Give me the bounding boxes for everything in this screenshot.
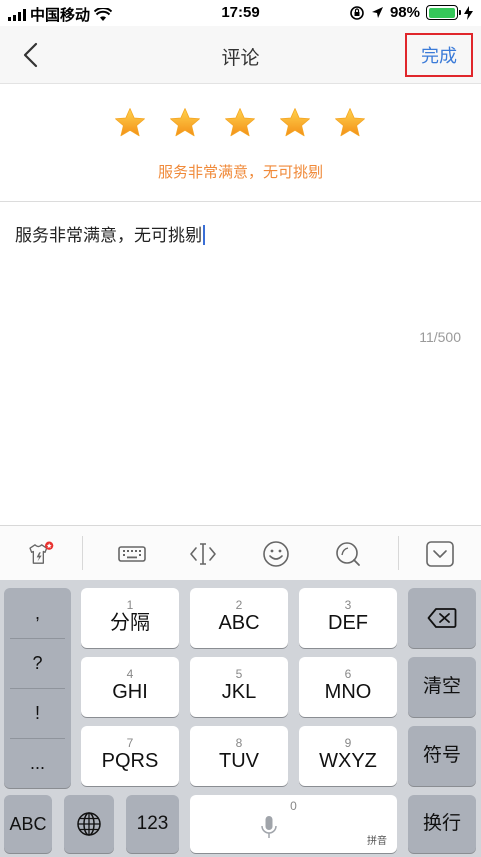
globe-button[interactable] [64,795,114,853]
key-8[interactable]: 8 TUV [190,726,288,786]
comment-textarea[interactable]: 服务非常满意，无可挑剔 11/500 [0,203,481,525]
return-button[interactable]: 换行 [408,795,476,853]
search-icon[interactable] [333,539,363,569]
star-5-icon[interactable] [334,107,366,139]
star-1-icon[interactable] [114,107,146,139]
key-4[interactable]: 4 GHI [81,657,179,717]
rating-description: 服务非常满意，无可挑剔 [157,164,323,181]
key-label: ABC [218,612,260,634]
key-number: 8 [235,736,243,750]
punct-key-question[interactable]: ? [4,638,71,688]
key-number: 1 [126,598,134,612]
key-label: 分隔 [110,612,150,634]
key-label: DEF [328,612,368,634]
text-caret [203,225,205,245]
delete-button[interactable] [408,588,476,648]
space-hint: 拼音 [367,836,387,847]
abc-button[interactable]: ABC [4,795,52,853]
emoji-icon[interactable] [261,539,291,569]
toolbar-divider [82,536,83,570]
backspace-icon [427,608,457,628]
microphone-icon [261,816,277,838]
character-counter: 11/500 [419,329,461,345]
hide-keyboard-icon[interactable] [425,539,455,569]
key-5[interactable]: 5 JKL [190,657,288,717]
space-key[interactable]: 0 拼音 [190,795,397,853]
punct-key-exclaim[interactable]: ! [4,688,71,738]
status-bar: 中国移动 17:59 98% [0,0,481,26]
battery-level [428,7,455,18]
key-9[interactable]: 9 WXYZ [299,726,397,786]
key-number: 5 [235,667,243,681]
key-label: ABC [9,814,47,834]
done-button[interactable]: 完成 [405,33,473,77]
key-6[interactable]: 6 MNO [299,657,397,717]
comment-text: 服务非常满意，无可挑剔 [15,221,205,246]
key-2[interactable]: 2 ABC [190,588,288,648]
punct-key-ellipsis[interactable]: ... [4,738,71,788]
orientation-lock-icon [350,5,364,20]
key-label: WXYZ [319,750,377,772]
keyboard: , ? ! ... 1 分隔 2 ABC 3 DEF 4 GHI 5 JKL 6… [0,580,481,857]
key-1[interactable]: 1 分隔 [81,588,179,648]
star-2-icon[interactable] [169,107,201,139]
key-number: 0 [290,799,297,813]
key-number: 6 [344,667,352,681]
clear-button[interactable]: 清空 [408,657,476,717]
charging-icon [464,5,473,20]
key-label: MNO [324,681,372,703]
key-number: 9 [344,736,352,750]
key-number: 3 [344,598,352,612]
star-4-icon[interactable] [279,107,311,139]
key-label: 换行 [422,813,461,834]
key-label: GHI [112,681,148,703]
star-rating [114,107,366,139]
globe-icon [77,812,101,836]
status-right: 98% [349,4,473,21]
toolbar-divider [398,536,399,570]
key-7[interactable]: 7 PQRS [81,726,179,786]
punct-key-comma[interactable]: , [4,588,71,638]
nav-bar: 评论 完成 [0,26,481,84]
key-number: 2 [235,598,243,612]
punctuation-column[interactable]: , ? ! ... [4,588,71,788]
key-label: PQRS [101,750,159,772]
key-number: 7 [126,736,134,750]
keyboard-toolbar [0,525,481,580]
symbol-button[interactable]: 符号 [408,726,476,786]
key-label: TUV [219,750,259,772]
key-label: JKL [221,681,257,703]
location-icon [371,7,383,18]
key-label: 符号 [422,745,461,766]
key-label: 清空 [422,676,461,697]
key-label: 123 [136,813,169,834]
key-3[interactable]: 3 DEF [299,588,397,648]
cursor-move-icon[interactable] [188,539,218,569]
skin-icon[interactable] [25,539,55,569]
star-3-icon[interactable] [224,107,256,139]
keyboard-icon[interactable] [117,539,147,569]
key-number: 4 [126,667,134,681]
battery-icon [426,5,461,20]
rating-section: 服务非常满意，无可挑剔 [0,85,481,202]
number-button[interactable]: 123 [126,795,179,853]
battery-percent: 98% [389,4,420,21]
